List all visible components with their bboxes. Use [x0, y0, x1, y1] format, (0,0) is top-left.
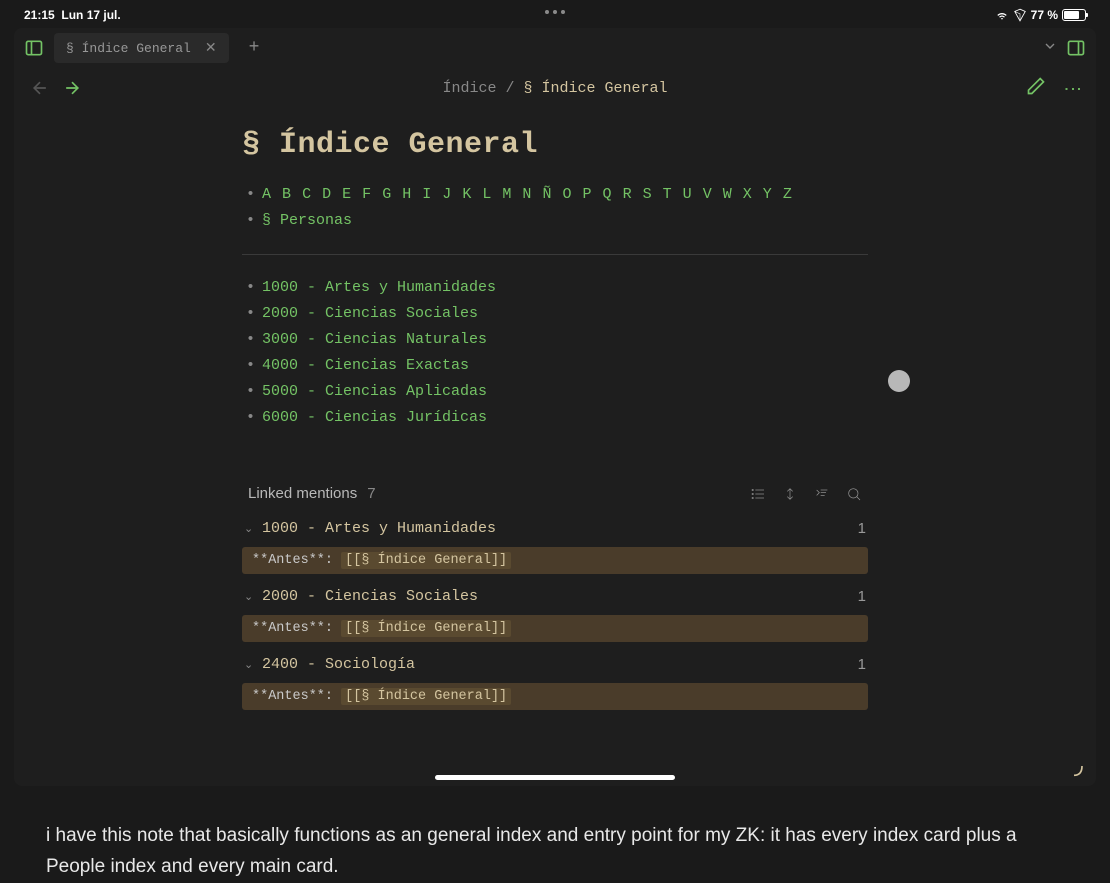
mention-group: ⌄ 2000 - Ciencias Sociales 1 **Antes**: [[§…	[242, 584, 868, 642]
alpha-link[interactable]: P	[583, 186, 592, 203]
mention-snippet[interactable]: **Antes**: [[§ Índice General]]	[242, 615, 868, 642]
alpha-link[interactable]: F	[362, 186, 371, 203]
alpha-link[interactable]: J	[442, 186, 451, 203]
alpha-link[interactable]: S	[643, 186, 652, 203]
mention-group-title: 2000 - Ciencias Sociales	[262, 588, 478, 605]
alpha-link[interactable]: Q	[603, 186, 612, 203]
back-button[interactable]	[30, 78, 50, 98]
page-title: § Índice General	[242, 128, 868, 162]
category-link[interactable]: 2000 - Ciencias Sociales	[262, 305, 478, 322]
more-menu-icon[interactable]: ⋮	[1062, 80, 1080, 96]
mention-link-highlight: [[§ Índice General]]	[341, 552, 511, 569]
alpha-link[interactable]: I	[422, 186, 431, 203]
location-icon	[1013, 8, 1027, 22]
mention-group-count: 1	[858, 588, 866, 605]
alpha-link[interactable]: W	[723, 186, 732, 203]
linked-mentions-header[interactable]: Linked mentions 7	[242, 481, 868, 506]
multitask-dots[interactable]	[545, 10, 565, 14]
edit-icon[interactable]	[1026, 76, 1046, 101]
linked-mentions-section: Linked mentions 7 ⌄ 1000 - Artes y Humani…	[242, 481, 868, 710]
chevron-down-icon: ⌄	[244, 522, 258, 536]
alpha-link[interactable]: E	[342, 186, 351, 203]
right-panel-toggle-icon[interactable]	[1066, 38, 1086, 58]
status-bar: 21:15 Lun 17 jul. 77 %	[0, 0, 1110, 28]
alpha-link[interactable]: H	[402, 186, 411, 203]
battery-icon	[1062, 9, 1086, 21]
linked-mentions-label: Linked mentions	[248, 485, 357, 502]
search-icon[interactable]	[846, 486, 862, 502]
tab-bar: § Índice General ✕ +	[14, 28, 1096, 68]
alpha-link[interactable]: X	[743, 186, 752, 203]
alpha-link[interactable]: M	[502, 186, 511, 203]
collapse-icon[interactable]	[814, 486, 830, 502]
personas-link[interactable]: § Personas	[262, 212, 352, 229]
chevron-down-icon: ⌄	[244, 658, 258, 672]
home-indicator[interactable]	[435, 775, 675, 780]
mention-group: ⌄ 2400 - Sociología 1 **Antes**: [[§ Índice…	[242, 652, 868, 710]
close-tab-icon[interactable]: ✕	[205, 40, 217, 57]
nav-bar: Índice / § Índice General ⋮	[14, 68, 1096, 108]
category-link[interactable]: 3000 - Ciencias Naturales	[262, 331, 487, 348]
alpha-index-row: A B C D E F G H I J K L M N Ñ O P Q R S …	[242, 182, 868, 208]
alpha-link[interactable]: Ñ	[542, 186, 551, 203]
alpha-link[interactable]: K	[462, 186, 471, 203]
mention-group-count: 1	[858, 520, 866, 537]
sort-icon[interactable]	[782, 486, 798, 502]
mention-link-highlight: [[§ Índice General]]	[341, 620, 511, 637]
alpha-link[interactable]: L	[482, 186, 491, 203]
alpha-link[interactable]: U	[683, 186, 692, 203]
caption-text: i have this note that basically function…	[0, 786, 1110, 883]
mention-snippet[interactable]: **Antes**: [[§ Índice General]]	[242, 547, 868, 574]
wifi-icon	[995, 8, 1009, 22]
alpha-link[interactable]: A	[262, 186, 271, 203]
battery-pct: 77 %	[1031, 8, 1058, 22]
alpha-link[interactable]: R	[623, 186, 632, 203]
breadcrumb-current: § Índice General	[524, 80, 668, 97]
category-link[interactable]: 4000 - Ciencias Exactas	[262, 357, 469, 374]
mention-group-header[interactable]: ⌄ 2000 - Ciencias Sociales 1	[242, 584, 868, 609]
chevron-down-icon: ⌄	[244, 590, 258, 604]
quick-note-corner-icon[interactable]	[1070, 762, 1086, 778]
tab-dropdown-icon[interactable]	[1042, 38, 1060, 59]
left-panel-toggle-icon[interactable]	[24, 38, 44, 58]
alpha-link[interactable]: V	[703, 186, 712, 203]
alpha-link[interactable]: T	[663, 186, 672, 203]
alpha-link[interactable]: D	[322, 186, 331, 203]
divider	[242, 254, 868, 255]
tab-title: § Índice General	[66, 41, 191, 56]
category-link[interactable]: 1000 - Artes y Humanidades	[262, 279, 496, 296]
note-content: § Índice General A B C D E F G H I J K L…	[14, 108, 1096, 786]
mention-link-highlight: [[§ Índice General]]	[341, 688, 511, 705]
category-link[interactable]: 5000 - Ciencias Aplicadas	[262, 383, 487, 400]
mention-group-count: 1	[858, 656, 866, 673]
status-right: 77 %	[995, 8, 1086, 22]
breadcrumb[interactable]: Índice / § Índice General	[442, 80, 667, 97]
tab-active[interactable]: § Índice General ✕	[54, 33, 229, 63]
linked-mentions-count: 7	[367, 485, 375, 502]
alpha-link[interactable]: B	[282, 186, 291, 203]
mention-group-title: 1000 - Artes y Humanidades	[262, 520, 496, 537]
forward-button[interactable]	[62, 78, 82, 98]
assistive-touch-cursor[interactable]	[888, 370, 910, 392]
alpha-link[interactable]: Z	[783, 186, 792, 203]
breadcrumb-parent[interactable]: Índice	[442, 80, 496, 97]
alpha-link[interactable]: Y	[763, 186, 772, 203]
new-tab-button[interactable]: +	[241, 38, 268, 58]
mention-snippet[interactable]: **Antes**: [[§ Índice General]]	[242, 683, 868, 710]
mention-group: ⌄ 1000 - Artes y Humanidades 1 **Antes**: […	[242, 516, 868, 574]
alpha-link[interactable]: C	[302, 186, 311, 203]
mention-group-header[interactable]: ⌄ 1000 - Artes y Humanidades 1	[242, 516, 868, 541]
app-window: § Índice General ✕ + Índice / § Índice G…	[14, 28, 1096, 786]
category-link[interactable]: 6000 - Ciencias Jurídicas	[262, 409, 487, 426]
status-time-date: 21:15 Lun 17 jul.	[24, 8, 121, 22]
mention-group-title: 2400 - Sociología	[262, 656, 415, 673]
list-view-icon[interactable]	[750, 486, 766, 502]
alpha-link[interactable]: O	[562, 186, 571, 203]
alpha-link[interactable]: N	[522, 186, 531, 203]
alpha-link[interactable]: G	[382, 186, 391, 203]
mention-group-header[interactable]: ⌄ 2400 - Sociología 1	[242, 652, 868, 677]
